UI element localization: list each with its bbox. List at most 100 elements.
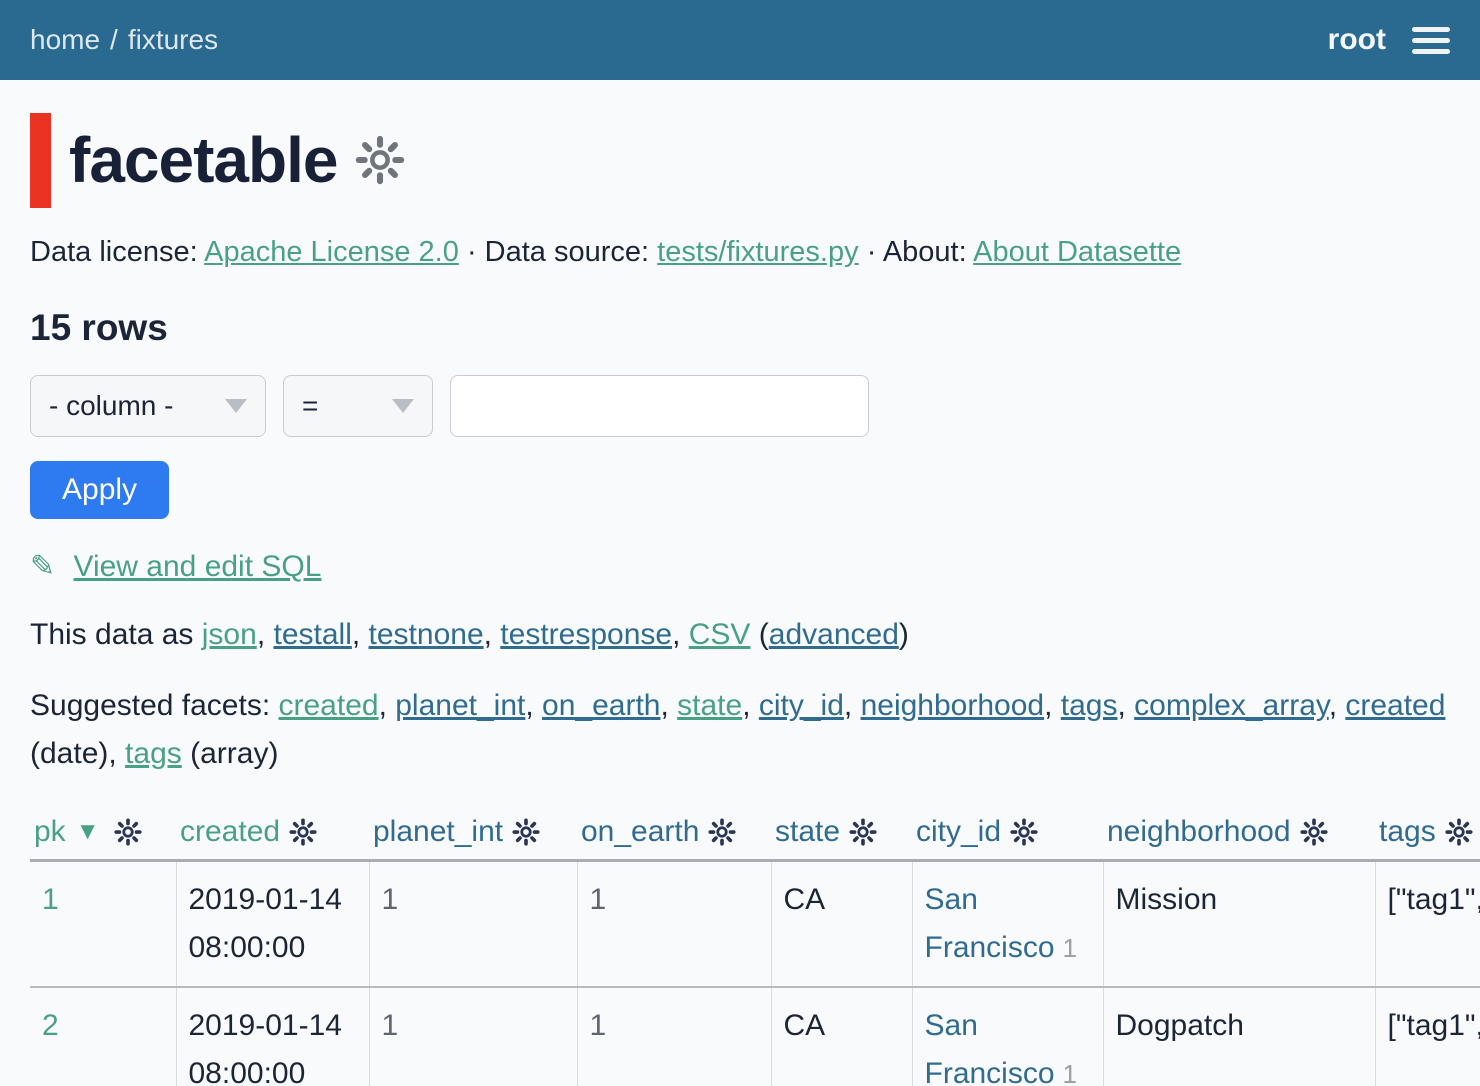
cell-count-suffix: 1 bbox=[1063, 1059, 1077, 1086]
column-gear-icon-state[interactable] bbox=[848, 817, 878, 847]
export-link-testnone[interactable]: testnone bbox=[369, 618, 484, 651]
dot-separator: · bbox=[467, 236, 477, 268]
topbar-right: root bbox=[1328, 23, 1450, 58]
about-link[interactable]: About Datasette bbox=[973, 236, 1181, 268]
breadcrumb-home-link[interactable]: home bbox=[30, 24, 100, 56]
pencil-icon: ✎ bbox=[30, 550, 55, 583]
column-gear-icon-tags[interactable] bbox=[1444, 817, 1474, 847]
column-sort-link-tags[interactable]: tags bbox=[1379, 815, 1436, 848]
facet-link-on_earth[interactable]: on_earth bbox=[542, 689, 660, 722]
column-sort-link-pk[interactable]: pk bbox=[34, 815, 66, 848]
suggested-facets-line: Suggested facets: created, planet_int, o… bbox=[30, 682, 1450, 778]
cell-text-created: 2019-01-14 08:00:00 bbox=[189, 883, 342, 964]
breadcrumb: home / fixtures bbox=[30, 24, 218, 56]
data-table-wrapper: pk ▼ created planet_int on_earth state city_id… bbox=[30, 808, 1480, 1086]
column-header-pk: pk ▼ bbox=[30, 808, 176, 861]
facet-link-tags[interactable]: tags bbox=[125, 737, 182, 770]
column-header-city_id: city_id bbox=[912, 808, 1103, 861]
column-header-neighborhood: neighborhood bbox=[1103, 808, 1375, 861]
column-sort-link-city_id[interactable]: city_id bbox=[916, 815, 1001, 848]
cell-pk: 1 bbox=[30, 861, 176, 988]
about-label: About: bbox=[883, 236, 967, 268]
menu-icon[interactable] bbox=[1412, 23, 1450, 58]
column-gear-icon-neighborhood[interactable] bbox=[1299, 817, 1329, 847]
cell-link-city_id[interactable]: San Francisco bbox=[925, 883, 1055, 964]
breadcrumb-fixtures-link[interactable]: fixtures bbox=[128, 24, 218, 56]
cell-on_earth: 1 bbox=[577, 987, 771, 1086]
export-link-csv[interactable]: CSV bbox=[689, 618, 751, 651]
export-link-testall[interactable]: testall bbox=[273, 618, 351, 651]
cell-city_id: San Francisco 1 bbox=[912, 987, 1103, 1086]
cell-link-city_id[interactable]: San Francisco bbox=[925, 1009, 1055, 1086]
facet-link-created[interactable]: created bbox=[279, 689, 379, 722]
cell-tags: ["tag1", "tag3"] bbox=[1375, 987, 1480, 1086]
filter-operator-value: = bbox=[302, 390, 318, 422]
title-accent-bar bbox=[30, 113, 51, 208]
facet-link-tags[interactable]: tags bbox=[1061, 689, 1118, 722]
data-table: pk ▼ created planet_int on_earth state city_id… bbox=[30, 808, 1480, 1086]
column-header-planet_int: planet_int bbox=[369, 808, 577, 861]
column-gear-icon-created[interactable] bbox=[288, 817, 318, 847]
license-label: Data license: bbox=[30, 236, 198, 268]
table-row: 12019-01-14 08:00:0011CASan Francisco1Mi… bbox=[30, 861, 1480, 988]
export-line: This data as json, testall, testnone, te… bbox=[30, 618, 1450, 652]
column-sort-link-planet_int[interactable]: planet_int bbox=[373, 815, 503, 848]
column-gear-icon-on_earth[interactable] bbox=[707, 817, 737, 847]
cell-link-pk[interactable]: 2 bbox=[42, 1009, 59, 1042]
source-label: Data source: bbox=[485, 236, 649, 268]
cell-neighborhood: Dogpatch bbox=[1103, 987, 1375, 1086]
column-header-tags: tags bbox=[1375, 808, 1480, 861]
column-gear-icon-pk[interactable] bbox=[113, 817, 143, 847]
facet-link-neighborhood[interactable]: neighborhood bbox=[861, 689, 1045, 722]
sort-desc-icon: ▼ bbox=[76, 818, 100, 845]
cell-text-neighborhood: Dogpatch bbox=[1116, 1009, 1244, 1042]
topbar: home / fixtures root bbox=[0, 0, 1480, 80]
cell-pk: 2 bbox=[30, 987, 176, 1086]
export-link-json[interactable]: json bbox=[202, 618, 257, 651]
cell-on_earth: 1 bbox=[577, 861, 771, 988]
facet-link-complex_array[interactable]: complex_array bbox=[1134, 689, 1329, 722]
table-header-row: pk ▼ created planet_int on_earth state city_id… bbox=[30, 808, 1480, 861]
cell-text-state: CA bbox=[784, 1009, 826, 1042]
export-link-advanced[interactable]: advanced bbox=[769, 618, 899, 651]
cell-state: CA bbox=[771, 861, 912, 988]
license-link[interactable]: Apache License 2.0 bbox=[204, 236, 459, 268]
user-root-link[interactable]: root bbox=[1328, 23, 1386, 57]
title-row: facetable bbox=[30, 112, 1450, 208]
column-header-created: created bbox=[176, 808, 369, 861]
table-settings-gear-icon[interactable] bbox=[353, 133, 407, 187]
facet-link-city_id[interactable]: city_id bbox=[759, 689, 844, 722]
facet-link-planet_int[interactable]: planet_int bbox=[395, 689, 525, 722]
main-content: facetable Data license: Apache License 2… bbox=[0, 112, 1480, 1086]
facets-prefix: Suggested facets: bbox=[30, 689, 279, 722]
column-gear-icon-planet_int[interactable] bbox=[511, 817, 541, 847]
filter-operator-select[interactable]: = bbox=[283, 375, 433, 437]
cell-tags: ["tag1", "tag2"] bbox=[1375, 861, 1480, 988]
cell-text-on_earth: 1 bbox=[590, 883, 607, 916]
filter-column-select[interactable]: - column - bbox=[30, 375, 266, 437]
column-sort-link-state[interactable]: state bbox=[775, 815, 840, 848]
cell-planet_int: 1 bbox=[369, 987, 577, 1086]
source-link[interactable]: tests/fixtures.py bbox=[657, 236, 858, 268]
facet-link-state[interactable]: state bbox=[677, 689, 742, 722]
metadata-line: Data license: Apache License 2.0 · Data … bbox=[30, 236, 1450, 269]
cell-link-pk[interactable]: 1 bbox=[42, 883, 59, 916]
apply-button[interactable]: Apply bbox=[30, 461, 169, 519]
column-header-on_earth: on_earth bbox=[577, 808, 771, 861]
cell-text-on_earth: 1 bbox=[590, 1009, 607, 1042]
column-gear-icon-city_id[interactable] bbox=[1009, 817, 1039, 847]
cell-text-neighborhood: Mission bbox=[1116, 883, 1218, 916]
cell-neighborhood: Mission bbox=[1103, 861, 1375, 988]
export-prefix: This data as bbox=[30, 618, 202, 651]
cell-city_id: San Francisco1 bbox=[912, 861, 1103, 988]
cell-created: 2019-01-14 08:00:00 bbox=[176, 861, 369, 988]
filter-value-input[interactable] bbox=[450, 375, 869, 437]
export-link-testresponse[interactable]: testresponse bbox=[500, 618, 672, 651]
column-sort-link-neighborhood[interactable]: neighborhood bbox=[1107, 815, 1291, 848]
facet-link-created[interactable]: created bbox=[1345, 689, 1445, 722]
row-count-heading: 15 rows bbox=[30, 307, 1450, 349]
view-edit-sql-link[interactable]: View and edit SQL bbox=[73, 550, 321, 583]
column-sort-link-created[interactable]: created bbox=[180, 815, 280, 848]
column-sort-link-on_earth[interactable]: on_earth bbox=[581, 815, 699, 848]
cell-text-planet_int: 1 bbox=[382, 1009, 399, 1042]
